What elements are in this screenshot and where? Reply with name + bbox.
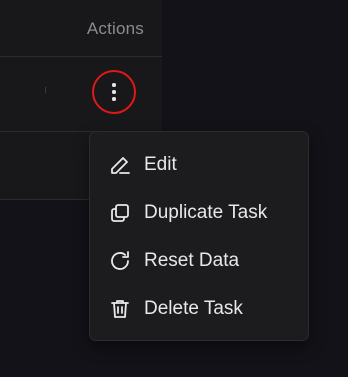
- menu-item-reset-data[interactable]: Reset Data: [90, 239, 308, 283]
- pencil-icon: [108, 153, 132, 177]
- menu-item-label: Reset Data: [144, 250, 240, 271]
- rotate-cw-icon: [108, 249, 132, 273]
- copy-icon: [108, 201, 132, 225]
- menu-item-edit[interactable]: Edit: [90, 143, 308, 187]
- app-root: Actions Edit Duplicate Task Reset Data D…: [0, 0, 348, 377]
- row-actions-button[interactable]: [92, 70, 136, 114]
- cell-fragment: [45, 87, 46, 93]
- menu-item-label: Duplicate Task: [144, 202, 268, 223]
- menu-item-label: Delete Task: [144, 298, 243, 319]
- table-row: [0, 57, 162, 132]
- more-vertical-icon: [112, 83, 116, 101]
- menu-item-label: Edit: [144, 154, 177, 175]
- row-actions-menu: Edit Duplicate Task Reset Data Delete Ta…: [89, 131, 309, 341]
- trash-icon: [108, 297, 132, 321]
- menu-item-duplicate-task[interactable]: Duplicate Task: [90, 191, 308, 235]
- menu-item-delete-task[interactable]: Delete Task: [90, 287, 308, 331]
- table-header: Actions: [0, 0, 162, 57]
- actions-column-header: Actions: [86, 19, 144, 38]
